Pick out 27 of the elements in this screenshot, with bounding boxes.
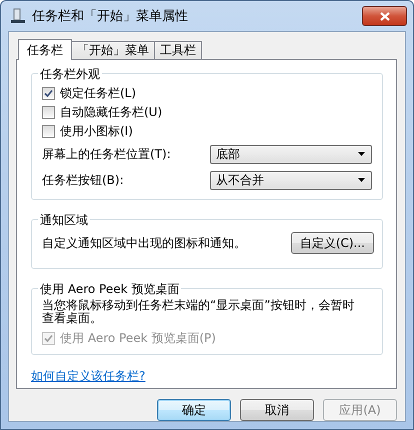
field-label: 屏幕上的任务栏位置(T): [42,146,172,162]
field-label: 任务栏按钮(B): [42,172,125,188]
checkbox-label[interactable]: 使用小图标(I) [60,123,133,140]
window-title: 任务栏和「开始」菜单属性 [32,8,189,25]
dropdown[interactable]: 从不合并 [210,170,372,190]
close-button[interactable] [362,6,407,26]
dialog-button[interactable]: 确定 [157,399,231,421]
checkbox[interactable] [42,87,55,100]
checkbox[interactable] [42,125,55,138]
description-text: 当您将鼠标移动到任务栏末端的“显示桌面”按钮时，会暂时查看桌面。 [42,299,356,327]
group-title: 使用 Aero Peek 预览桌面 [38,281,182,298]
dropdown-arrow-icon [358,152,365,156]
tab[interactable]: 任务栏 [18,39,72,60]
close-icon [380,12,390,20]
checkbox[interactable] [42,106,55,119]
checkbox-label[interactable]: 自动隐藏任务栏(U) [60,104,162,121]
help-link[interactable]: 如何自定义该任务栏? [31,368,146,385]
tab[interactable]: 工具栏 [154,41,202,59]
dropdown-arrow-icon [358,178,365,182]
tab[interactable]: 「开始」菜单 [71,41,155,59]
description-text: 自定义通知区域中出现的图标和通知。 [42,234,246,252]
dropdown[interactable]: 底部 [210,144,372,164]
taskbar-icon [10,8,26,24]
customize-button[interactable]: 自定义(C)... [290,232,374,254]
group-title: 任务栏外观 [38,66,102,83]
checkbox-label[interactable]: 锁定任务栏(L) [60,85,136,102]
dialog-button[interactable]: 取消 [240,399,314,421]
